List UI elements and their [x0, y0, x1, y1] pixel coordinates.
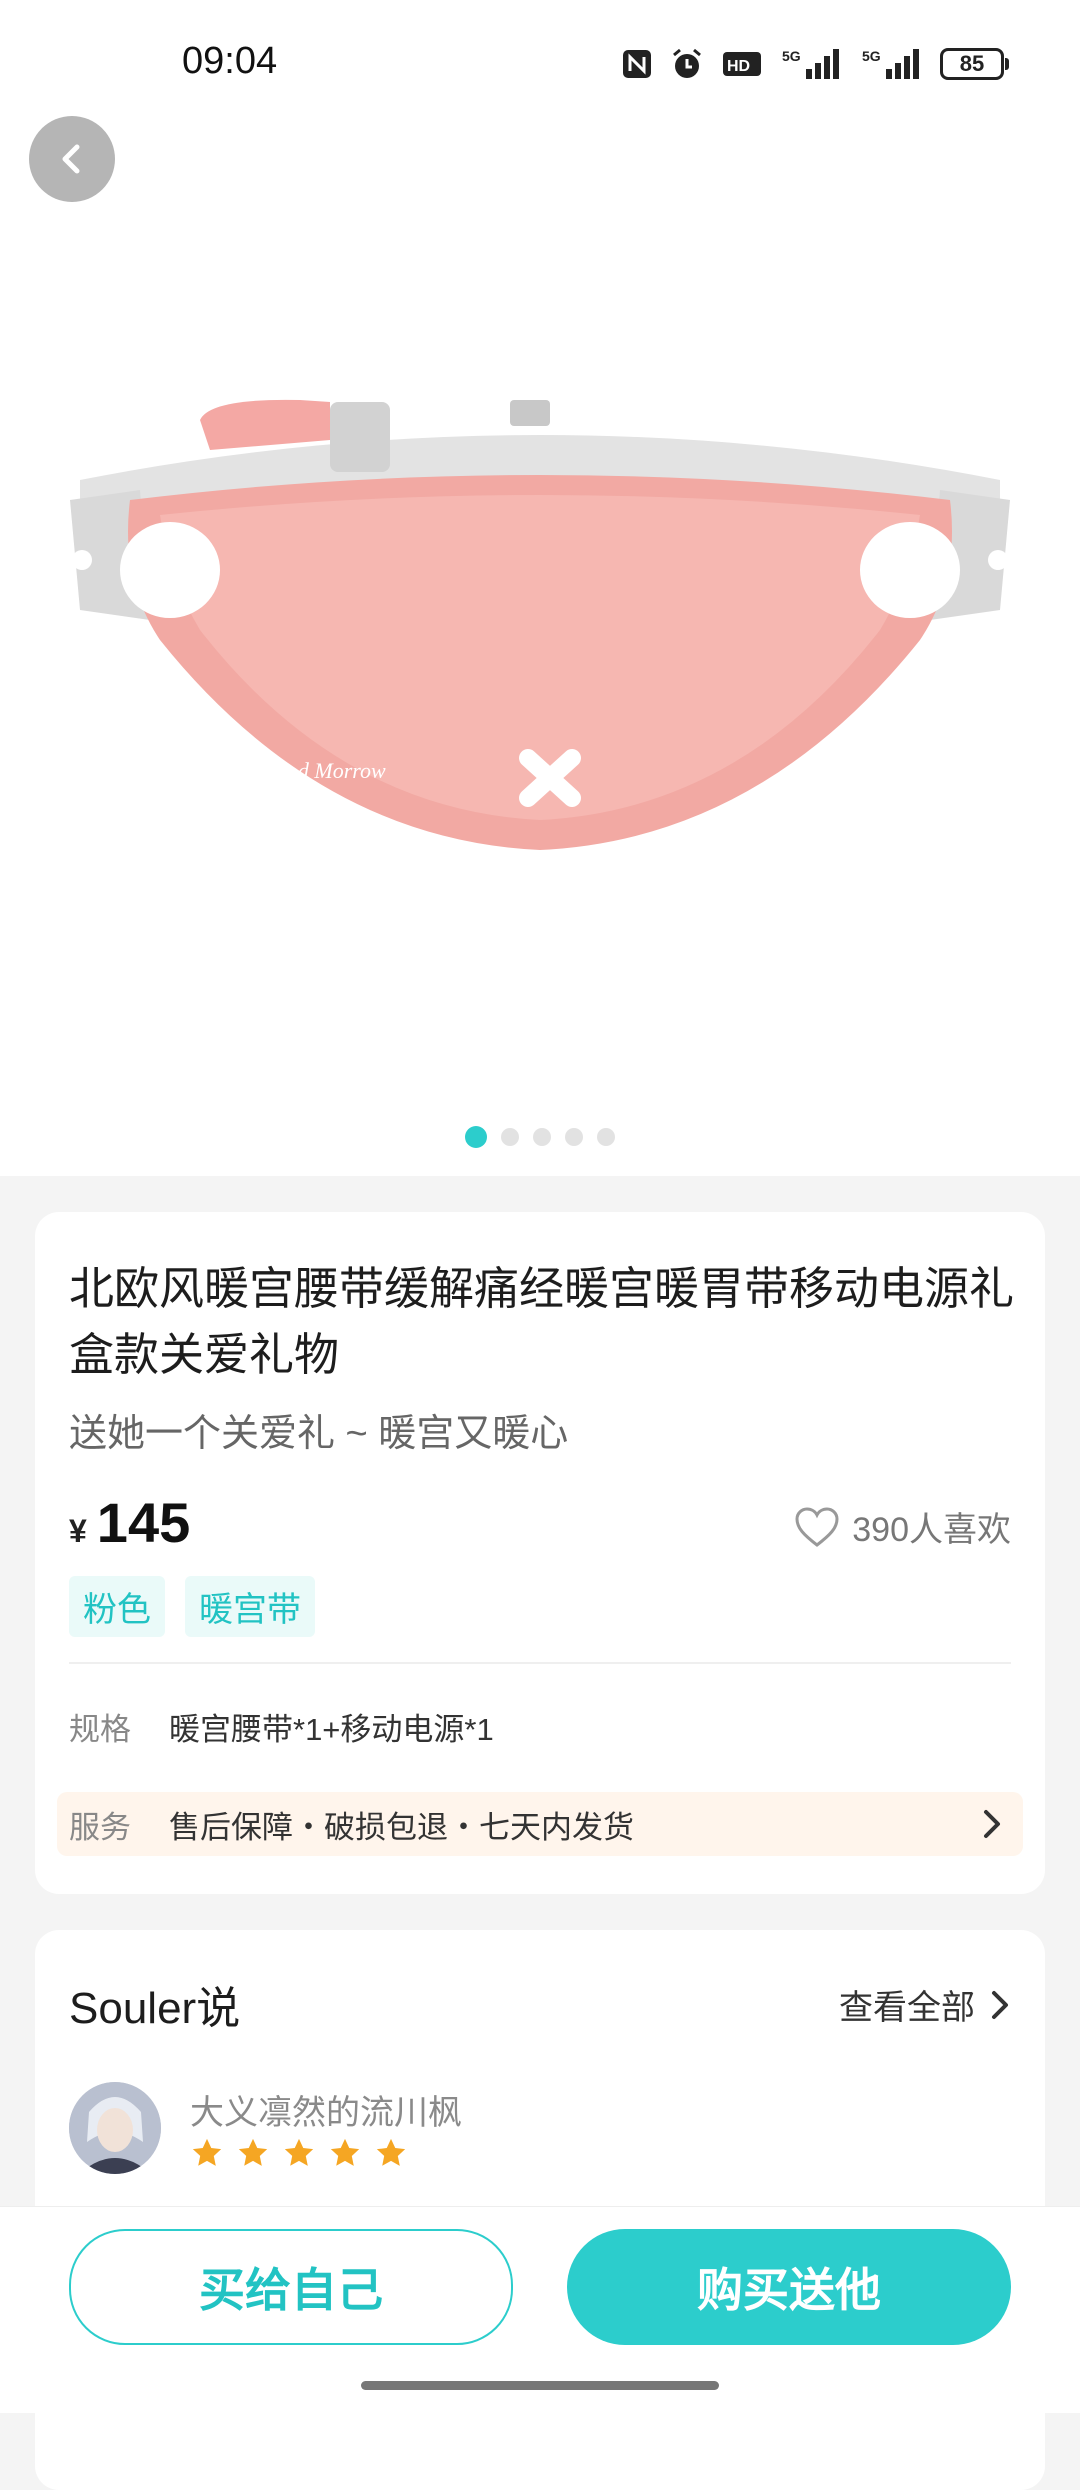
star-rating — [190, 2136, 408, 2170]
product-image: Good Morrow — [70, 399, 1010, 850]
status-bar: 09:04 HD 5G 5G 85 — [0, 0, 1080, 120]
avatar[interactable] — [69, 2082, 161, 2174]
buy-as-gift-button[interactable]: 购买送他 — [567, 2229, 1011, 2345]
like-count: 390人喜欢 — [852, 1511, 1011, 1549]
service-label: 服务 — [69, 1809, 131, 1845]
signal-5g-icon: 5G — [860, 47, 922, 81]
signal-5g-icon: 5G — [780, 47, 842, 81]
like-button[interactable]: 390人喜欢 — [794, 1502, 1011, 1551]
reviews-title: Souler说 — [69, 1984, 241, 2033]
see-all-link[interactable]: 查看全部 — [839, 1980, 1011, 2029]
currency-symbol: ¥ — [69, 1513, 87, 1549]
home-indicator[interactable] — [361, 2381, 719, 2390]
product-tags: 粉色 暖宫带 — [69, 1576, 315, 1637]
product-print: Good Morrow — [260, 758, 386, 783]
reviewer-name: 大义凛然的流川枫 — [190, 2094, 462, 2132]
star-icon — [330, 2138, 360, 2166]
service-value: 售后保障・破损包退・七天内发货 — [169, 1809, 634, 1845]
svg-text:HD: HD — [727, 58, 750, 75]
heart-icon — [795, 1506, 839, 1547]
buy-for-self-button[interactable]: 买给自己 — [69, 2229, 513, 2345]
chevron-right-icon — [984, 1810, 1000, 1838]
pagination-dot — [597, 1128, 615, 1146]
spec-value: 暖宫腰带*1+移动电源*1 — [169, 1712, 494, 1747]
svg-text:5G: 5G — [782, 48, 801, 64]
alarm-icon — [670, 47, 704, 81]
tag-type: 暖宫带 — [185, 1576, 315, 1637]
gallery-pagination — [0, 1126, 1080, 1148]
price: ¥ 145 — [69, 1490, 190, 1555]
tag-color: 粉色 — [69, 1576, 165, 1637]
battery-indicator: 85 — [940, 48, 1009, 80]
divider — [69, 1662, 1011, 1664]
service-row[interactable]: 服务 售后保障・破损包退・七天内发货 — [57, 1792, 1023, 1856]
price-value: 145 — [96, 1491, 191, 1554]
star-icon — [376, 2138, 406, 2166]
chevron-right-icon — [992, 1990, 1008, 2019]
svg-text:5G: 5G — [862, 48, 881, 64]
status-icons: HD 5G 5G 85 — [622, 40, 1009, 88]
back-button[interactable] — [29, 116, 115, 202]
product-gallery[interactable]: Good Morrow — [0, 0, 1080, 1176]
status-time: 09:04 — [182, 40, 278, 82]
spec-label: 规格 — [69, 1712, 131, 1747]
pagination-dot — [533, 1128, 551, 1146]
nfc-icon — [622, 49, 652, 79]
pagination-dot — [565, 1128, 583, 1146]
star-icon — [284, 2138, 314, 2166]
pagination-dot — [501, 1128, 519, 1146]
hd-icon: HD — [722, 49, 762, 79]
see-all-label: 查看全部 — [839, 1989, 975, 2027]
star-icon — [238, 2138, 268, 2166]
chevron-left-icon — [62, 144, 80, 174]
bottom-action-bar: 买给自己 购买送他 — [0, 2206, 1080, 2413]
product-title: 北欧风暖宫腰带缓解痛经暖宫暖胃带移动电源礼盒款关爱礼物 — [69, 1263, 1015, 1380]
pagination-dot — [465, 1126, 487, 1148]
product-info-card: 北欧风暖宫腰带缓解痛经暖宫暖胃带移动电源礼盒款关爱礼物 送她一个关爱礼 ~ 暖宫… — [35, 1212, 1045, 1894]
product-subtitle: 送她一个关爱礼 ~ 暖宫又暖心 — [69, 1413, 569, 1455]
spec-row: 规格 暖宫腰带*1+移动电源*1 — [69, 1704, 494, 1749]
star-icon — [192, 2138, 222, 2166]
